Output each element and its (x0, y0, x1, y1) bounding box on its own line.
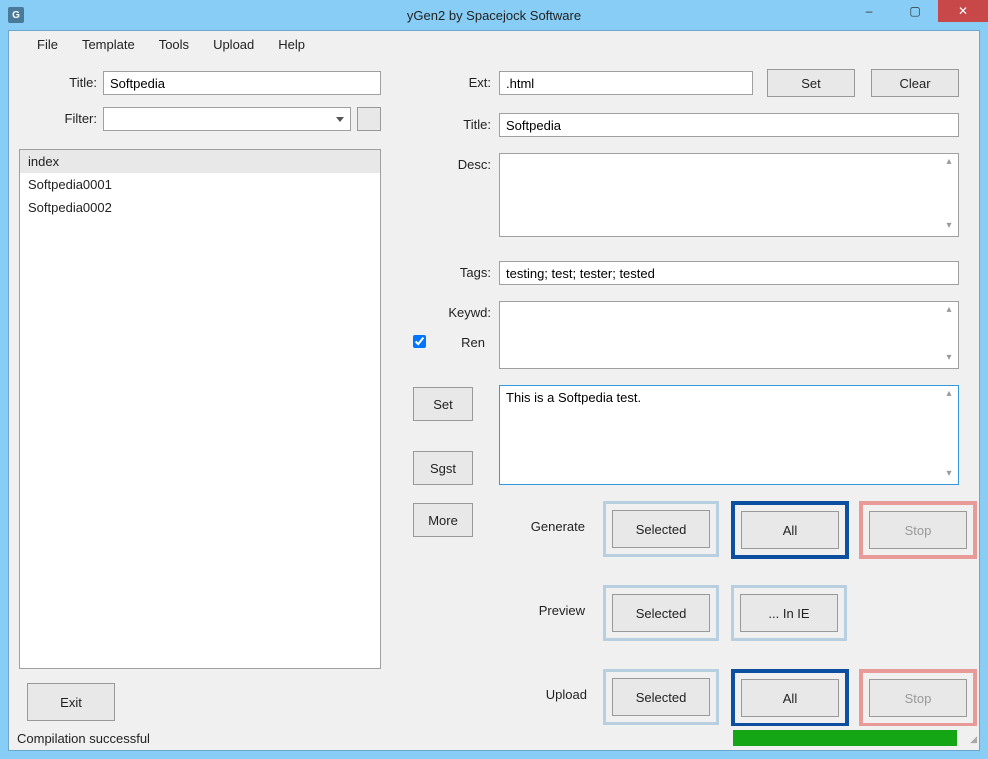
desc-textarea[interactable]: ▴ ▾ (499, 153, 959, 237)
clear-button[interactable]: Clear (871, 69, 959, 97)
left-filter-label: Filter: (57, 111, 97, 126)
scroll-down-icon[interactable]: ▾ (942, 468, 956, 482)
list-item[interactable]: Softpedia0001 (20, 173, 380, 196)
progress-bar (733, 730, 957, 746)
app-icon: G (8, 7, 24, 23)
generate-label: Generate (521, 519, 585, 534)
scroll-down-icon[interactable]: ▾ (942, 220, 956, 234)
upload-label: Upload (531, 687, 587, 702)
set-body-button[interactable]: Set (413, 387, 473, 421)
ext-label: Ext: (455, 75, 491, 90)
menubar: File Template Tools Upload Help (9, 31, 979, 57)
more-button[interactable]: More (413, 503, 473, 537)
resize-grip-icon[interactable]: ◢ (963, 734, 977, 748)
scroll-up-icon[interactable]: ▴ (942, 304, 956, 318)
ext-input[interactable] (499, 71, 753, 95)
menu-tools[interactable]: Tools (147, 33, 201, 56)
left-filter-select[interactable] (103, 107, 351, 131)
ren-checkbox[interactable] (413, 335, 426, 348)
tags-input[interactable] (499, 261, 959, 285)
generate-stop-button[interactable]: Stop (869, 511, 967, 549)
close-button[interactable]: ✕ (938, 0, 988, 22)
keywd-label: Keywd: (435, 305, 491, 320)
list-item[interactable]: Softpedia0002 (20, 196, 380, 219)
set-ext-button[interactable]: Set (767, 69, 855, 97)
page-list[interactable]: index Softpedia0001 Softpedia0002 (19, 149, 381, 669)
tags-label: Tags: (447, 265, 491, 280)
generate-selected-button[interactable]: Selected (612, 510, 710, 548)
keywd-textarea[interactable]: ▴ ▾ (499, 301, 959, 369)
status-message: Compilation successful (17, 731, 150, 746)
content: Title: Filter: index Softpedia0001 Softp… (9, 57, 979, 726)
preview-label: Preview (529, 603, 585, 618)
body-textarea[interactable]: This is a Softpedia test. ▴ ▾ (499, 385, 959, 485)
window-title: yGen2 by Spacejock Software (0, 8, 988, 23)
menu-upload[interactable]: Upload (201, 33, 266, 56)
upload-selected-button[interactable]: Selected (612, 678, 710, 716)
upload-all-button[interactable]: All (741, 679, 839, 717)
menu-file[interactable]: File (25, 33, 70, 56)
left-title-input[interactable] (103, 71, 381, 95)
minimize-button[interactable]: – (846, 0, 892, 22)
generate-all-button[interactable]: All (741, 511, 839, 549)
left-filter-button[interactable] (357, 107, 381, 131)
left-title-label: Title: (57, 75, 97, 90)
maximize-button[interactable]: ▢ (892, 0, 938, 22)
statusbar: Compilation successful ◢ (9, 726, 979, 750)
sgst-button[interactable]: Sgst (413, 451, 473, 485)
right-title-label: Title: (449, 117, 491, 132)
scroll-down-icon[interactable]: ▾ (942, 352, 956, 366)
exit-button[interactable]: Exit (27, 683, 115, 721)
ren-label: Ren (449, 335, 485, 350)
scroll-up-icon[interactable]: ▴ (942, 388, 956, 402)
upload-stop-button[interactable]: Stop (869, 679, 967, 717)
right-title-input[interactable] (499, 113, 959, 137)
list-item[interactable]: index (20, 150, 380, 173)
client-area: File Template Tools Upload Help Title: F… (8, 30, 980, 751)
desc-label: Desc: (443, 157, 491, 172)
preview-selected-button[interactable]: Selected (612, 594, 710, 632)
menu-template[interactable]: Template (70, 33, 147, 56)
preview-inie-button[interactable]: ... In IE (740, 594, 838, 632)
titlebar: G yGen2 by Spacejock Software – ▢ ✕ (0, 0, 988, 30)
scroll-up-icon[interactable]: ▴ (942, 156, 956, 170)
menu-help[interactable]: Help (266, 33, 317, 56)
